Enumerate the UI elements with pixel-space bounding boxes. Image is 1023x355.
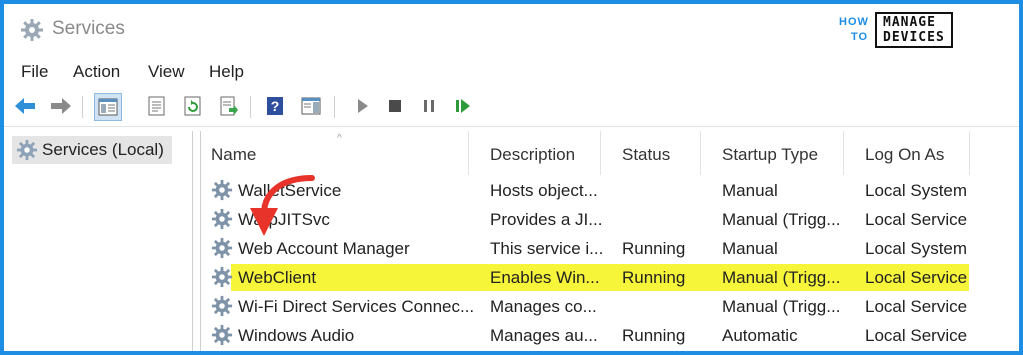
refresh-icon[interactable] [180,93,206,119]
toolbar: ? [4,88,1019,127]
service-description: Manages co... [490,297,597,316]
service-description: Enables Win... [490,268,600,287]
column-header-name[interactable]: Name [201,131,469,175]
service-startup-type: Automatic [722,326,798,345]
service-name: Windows Audio [238,326,355,345]
service-startup-type: Manual (Trigg... [722,297,841,316]
gear-icon [211,266,233,293]
service-log-on-as: Local Service [865,268,968,287]
service-startup-type: Manual (Trigg... [722,210,841,229]
annotation-arrow [250,175,315,236]
service-log-on-as: Local Service [865,210,968,229]
tree-item-label: Services (Local) [42,140,164,159]
help-icon[interactable]: ? [262,93,288,119]
show-pane-icon[interactable] [298,93,324,119]
window-title: Services [52,18,125,39]
back-arrow-icon[interactable] [12,93,38,119]
table-row[interactable]: WebClient Enables Win... Running Manual (Tr… [201,263,1019,292]
console-tree: Services (Local) [4,131,193,351]
service-startup-type: Manual [722,181,778,200]
menu-file[interactable]: File [21,62,48,82]
gear-icon [211,208,233,235]
start-service-icon[interactable] [350,93,376,119]
service-status: Running [622,239,686,258]
gear-icon [20,18,44,42]
toolbar-separator [334,96,335,118]
service-log-on-as: Local Service [865,297,968,316]
service-name: WebClient [238,268,317,287]
logo-text-how: HOW TO [839,16,869,43]
svg-text:?: ? [271,98,280,114]
menu-bar: File Action View Help [4,56,1019,86]
service-description: Hosts object... [490,181,598,200]
export-list-icon[interactable] [216,93,242,119]
service-log-on-as: Local System [865,239,968,258]
show-hide-tree-icon[interactable] [94,93,122,121]
table-row[interactable]: Wi-Fi Direct Services Connec... Manages c… [201,292,1019,321]
service-status: Running [622,268,686,287]
toolbar-separator [250,96,251,118]
service-description: Manages au... [490,326,598,345]
services-window: Services HOW TO MANAGE DEVICES File Acti… [0,0,1023,355]
forward-arrow-icon[interactable] [48,93,74,119]
menu-view[interactable]: View [148,62,185,82]
service-name: Wi-Fi Direct Services Connec... [238,297,474,316]
service-startup-type: Manual (Trigg... [722,268,841,287]
menu-action[interactable]: Action [73,62,120,82]
tree-item-services-local[interactable]: Services (Local) [12,136,172,164]
column-header-status[interactable]: Status [612,131,701,175]
column-header-startup-type[interactable]: Startup Type [712,131,844,175]
table-row[interactable]: Windows Audio Manages au... Running Automat… [201,321,1019,350]
menu-help[interactable]: Help [209,62,244,82]
service-description: This service i... [490,239,604,258]
properties-icon[interactable] [144,93,170,119]
column-header-description[interactable]: Description [480,131,601,175]
gear-icon [211,237,233,264]
toolbar-separator [82,96,83,118]
title-bar: Services HOW TO MANAGE DEVICES [4,4,1019,54]
gear-icon [16,139,38,166]
service-log-on-as: Local System [865,181,968,200]
service-startup-type: Manual [722,239,778,258]
service-log-on-as: Local Service [865,326,968,345]
stop-service-icon[interactable] [382,93,408,119]
service-status: Running [622,326,686,345]
gear-icon [211,179,233,206]
restart-service-icon[interactable] [450,93,476,119]
service-description: Provides a JI... [490,210,603,229]
howtomanagedevices-logo: HOW TO MANAGE DEVICES [839,12,959,52]
gear-icon [211,324,233,351]
pause-service-icon[interactable] [416,93,442,119]
column-header-log-on-as[interactable]: Log On As [855,131,970,175]
logo-box: MANAGE DEVICES [875,12,953,48]
gear-icon [211,295,233,322]
